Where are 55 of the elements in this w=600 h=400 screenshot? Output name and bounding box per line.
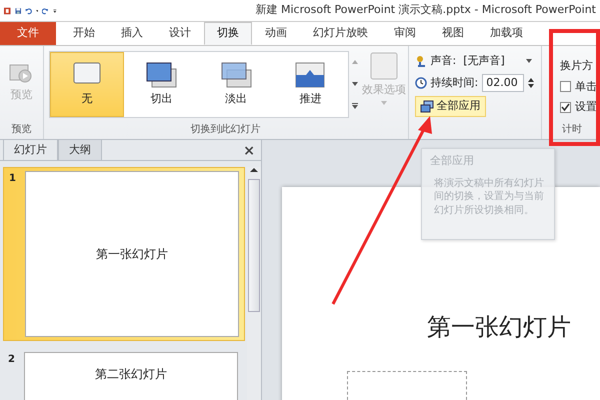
scroll-thumb[interactable] xyxy=(248,179,260,312)
group-label: 计时 xyxy=(561,122,583,137)
thumbnail-title: 第一张幻灯片 xyxy=(96,246,168,263)
ribbon-tab[interactable]: 幻灯片放映 xyxy=(300,22,381,45)
panel-tab[interactable]: 幻灯片 xyxy=(3,138,58,160)
ribbon-tab[interactable]: 审阅 xyxy=(381,22,429,45)
window-title: 新建 Microsoft PowerPoint 演示文稿.pptx - Microsoft PowerPoint xyxy=(256,2,596,18)
ribbon-tab[interactable]: 插入 xyxy=(108,22,156,45)
slide-thumbnail-row[interactable]: 1 第一张幻灯片 xyxy=(3,167,245,341)
slide-number: 1 xyxy=(9,172,17,186)
slide-title: 第一张幻灯片 xyxy=(427,312,572,343)
transition-option[interactable]: 切出 xyxy=(124,52,199,117)
more-icon[interactable] xyxy=(350,102,360,110)
sound-dropdown[interactable]: [无声音] xyxy=(460,52,522,70)
ribbon-tab[interactable]: 动画 xyxy=(252,22,300,45)
scroll-down-icon[interactable] xyxy=(350,80,360,88)
slide-thumbnail-row[interactable]: 2 第二张幻灯片 xyxy=(3,349,245,400)
dropdown-icon[interactable] xyxy=(526,59,532,63)
transition-option[interactable]: 推进 xyxy=(273,52,348,117)
clock-icon xyxy=(414,77,427,89)
slide-transition-icon xyxy=(293,61,328,90)
group-label: 预览 xyxy=(10,123,32,137)
duration-spinner[interactable]: 02.00 xyxy=(482,74,524,92)
preview-icon xyxy=(9,63,34,86)
ribbon-tab[interactable]: 切换 xyxy=(204,22,252,45)
checkbox[interactable] xyxy=(560,81,571,92)
sound-label: 声音: xyxy=(430,52,456,69)
close-button[interactable]: × xyxy=(243,144,261,160)
advance-label: 换片方 xyxy=(560,58,594,74)
effect-options-icon xyxy=(370,52,398,80)
thumbnail-title: 第二张幻灯片 xyxy=(95,366,167,383)
ribbon-tab[interactable]: 加载项 xyxy=(477,22,536,45)
ribbon-tab[interactable]: 视图 xyxy=(429,22,477,45)
slide-number: 2 xyxy=(8,353,16,367)
slide-transition-icon xyxy=(144,61,178,90)
ribbon-tab[interactable]: 设计 xyxy=(156,22,204,45)
panel-tab[interactable]: 大纲 xyxy=(58,138,102,160)
spinner-arrows-icon[interactable] xyxy=(528,77,534,89)
apply-all-button[interactable]: 全部应用 xyxy=(414,96,486,116)
duration-label: 持续时间: xyxy=(430,74,478,91)
caret-icon xyxy=(381,100,388,104)
sound-icon xyxy=(414,55,427,67)
transition-option[interactable]: 淡出 xyxy=(198,52,274,117)
scroll-up-icon[interactable] xyxy=(250,167,258,173)
ribbon-tab[interactable]: 文件 xyxy=(0,22,56,45)
apply-all-icon xyxy=(420,100,434,113)
checkbox-label: 单击 xyxy=(575,78,597,94)
group-label: 切换到此幻灯片 xyxy=(190,122,262,137)
tooltip-text: 将演示文稿中所有幻灯片间的切换，设置为与当前幻灯片所设切换相同。 xyxy=(433,176,545,217)
transition-option[interactable]: 无 xyxy=(50,52,124,117)
slide-transition-icon xyxy=(218,61,253,90)
tooltip-title: 全部应用 xyxy=(430,153,475,169)
checkbox[interactable] xyxy=(560,102,571,113)
ribbon-tab[interactable]: 开始 xyxy=(60,22,108,45)
checkbox-label: 设置 xyxy=(575,99,597,115)
